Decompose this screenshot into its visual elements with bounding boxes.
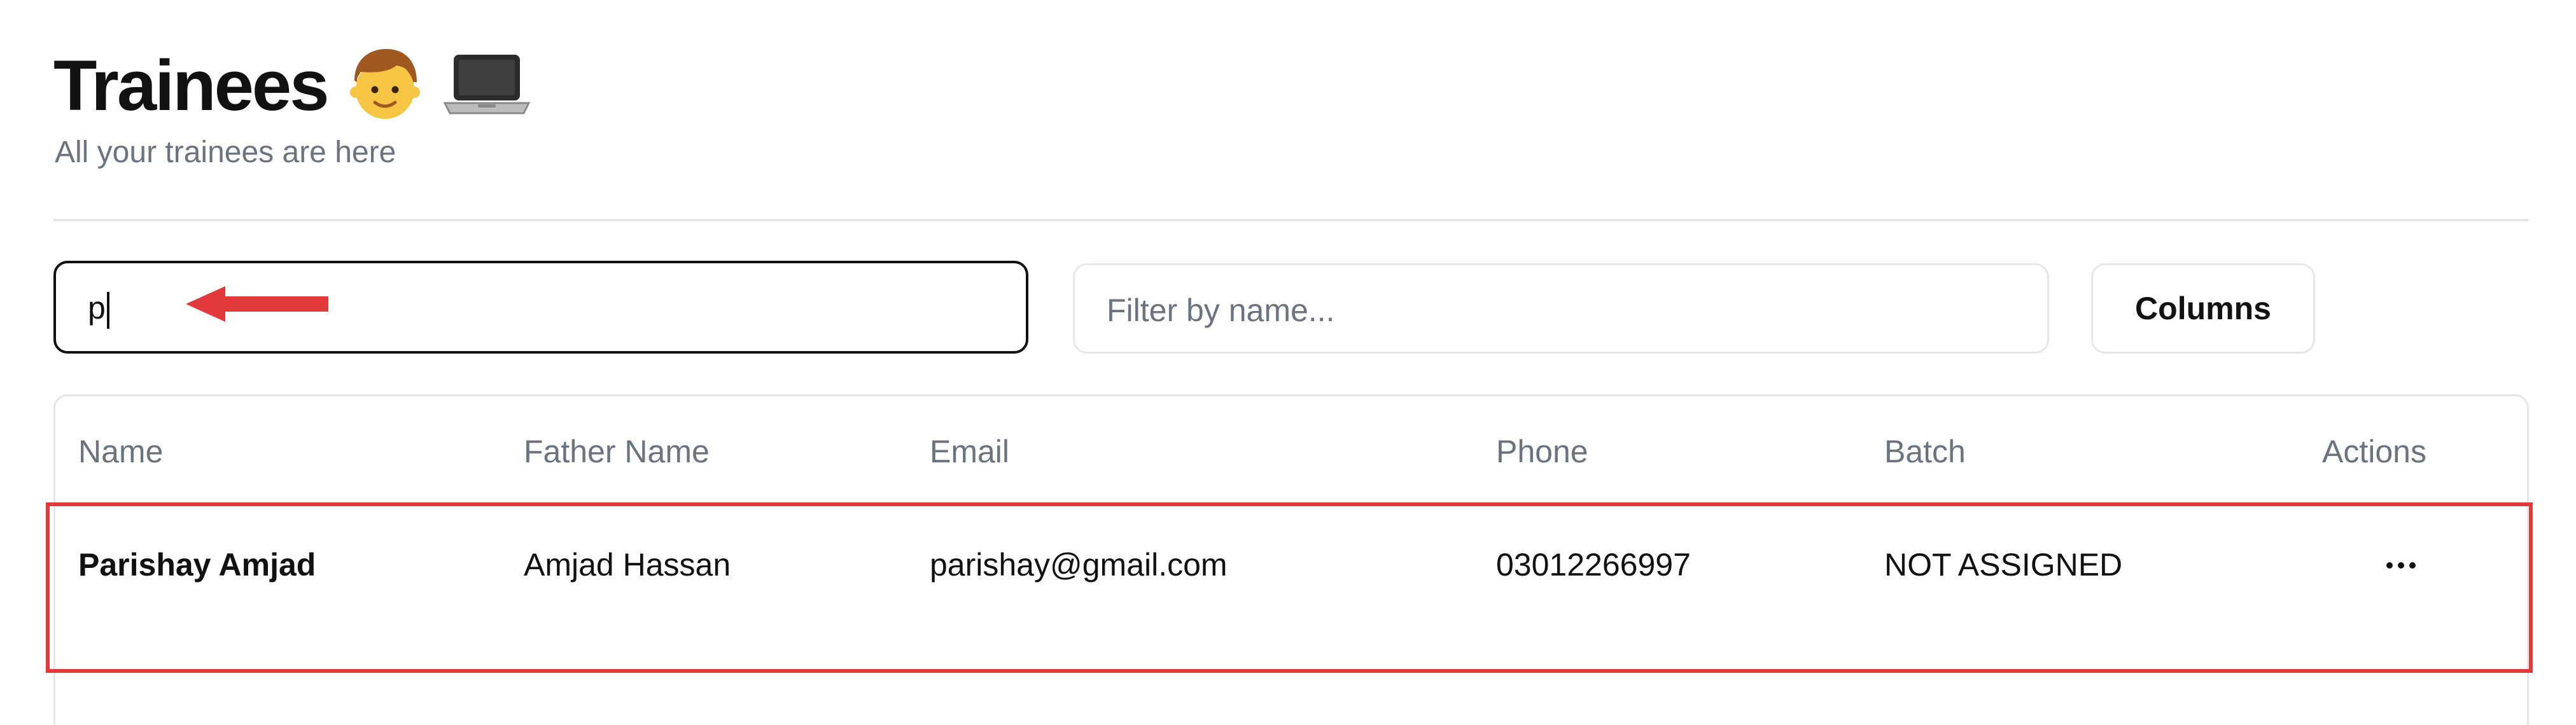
filter-placeholder: Filter by name... bbox=[1107, 293, 1335, 328]
left-arrow-annotation-icon bbox=[186, 286, 328, 322]
column-header-father-name[interactable]: Father Name bbox=[524, 433, 710, 470]
page-title: Trainees bbox=[53, 46, 330, 125]
laptop-emoji-icon bbox=[442, 50, 531, 123]
page-subtitle: All your trainees are here bbox=[55, 135, 396, 169]
search-input-value: p bbox=[88, 290, 106, 326]
cell-email: parishay@gmail.com bbox=[930, 547, 1228, 583]
trainees-table: Name Father Name Email Phone Batch Actio… bbox=[53, 394, 2529, 725]
filter-by-name-input[interactable]: Filter by name... bbox=[1073, 263, 2049, 354]
cell-name: Parishay Amjad bbox=[78, 547, 316, 583]
column-header-name[interactable]: Name bbox=[78, 433, 163, 470]
trainees-page: Trainees All your trainees are here p Fi… bbox=[0, 0, 2576, 725]
cell-batch: NOT ASSIGNED bbox=[1884, 547, 2123, 583]
text-caret bbox=[106, 291, 109, 329]
column-header-batch[interactable]: Batch bbox=[1884, 433, 1966, 470]
columns-button[interactable]: Columns bbox=[2091, 263, 2315, 354]
cell-father-name: Amjad Hassan bbox=[524, 547, 731, 583]
table-header-divider bbox=[55, 503, 2527, 505]
column-header-email[interactable]: Email bbox=[930, 433, 1009, 470]
more-horizontal-icon[interactable] bbox=[2376, 546, 2426, 584]
column-header-phone[interactable]: Phone bbox=[1496, 433, 1588, 470]
header-divider bbox=[53, 219, 2529, 221]
title-row: Trainees bbox=[53, 38, 531, 134]
cell-phone: 03012266997 bbox=[1496, 547, 1691, 583]
boy-emoji-icon bbox=[346, 45, 424, 127]
column-header-actions: Actions bbox=[2322, 434, 2426, 469]
